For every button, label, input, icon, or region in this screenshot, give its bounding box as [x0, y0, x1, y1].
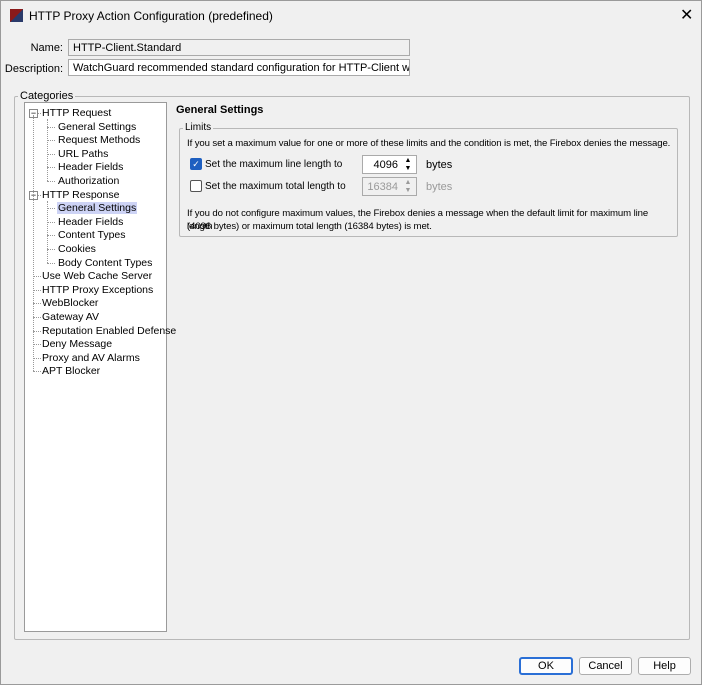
- close-icon[interactable]: ✕: [680, 5, 693, 25]
- tree-item[interactable]: Use Web Cache Server: [41, 270, 153, 282]
- tree-item[interactable]: Cookies: [57, 243, 97, 255]
- spinner-value: 16384: [367, 181, 398, 193]
- tree-connector: [47, 181, 55, 182]
- tree-connector: [33, 303, 41, 305]
- tree-connector: [47, 119, 48, 181]
- tree-item[interactable]: URL Paths: [57, 148, 109, 160]
- tree-item[interactable]: General Settings: [57, 121, 137, 133]
- spin-up-icon[interactable]: ▲: [402, 179, 414, 187]
- tree-item[interactable]: APT Blocker: [41, 365, 101, 377]
- total-unit: bytes: [426, 181, 453, 193]
- tree-connector: [33, 115, 34, 372]
- tree-connector: [33, 371, 41, 373]
- tree-item[interactable]: Authorization: [57, 175, 120, 187]
- tree-connector: [33, 330, 41, 332]
- tree-item[interactable]: Header Fields: [57, 216, 124, 228]
- tree-connector: [47, 153, 55, 155]
- tree-connector: [47, 235, 55, 237]
- max-line-length-spinner[interactable]: 4096 ▲ ▼: [362, 155, 417, 174]
- limits-note-line-2: (4096 bytes) or maximum total length (16…: [187, 221, 432, 232]
- tree-item[interactable]: WebBlocker: [41, 297, 99, 309]
- max-total-length-spinner[interactable]: 16384 ▲ ▼: [362, 177, 417, 196]
- tree-item[interactable]: Body Content Types: [57, 257, 153, 269]
- spin-down-icon[interactable]: ▼: [402, 187, 414, 195]
- line-unit: bytes: [426, 159, 453, 171]
- tree-item[interactable]: Proxy and AV Alarms: [41, 352, 141, 364]
- tree-connector: [47, 221, 55, 223]
- tree-connector: [33, 317, 41, 318]
- panel-heading: General Settings: [176, 104, 264, 116]
- tree-item[interactable]: Content Types: [57, 229, 127, 241]
- tree-item[interactable]: Request Methods: [57, 134, 141, 146]
- limits-label: Limits: [183, 122, 214, 133]
- tree-item[interactable]: Reputation Enabled Defense: [41, 325, 177, 337]
- spin-down-icon[interactable]: ▼: [402, 165, 414, 173]
- categories-tree[interactable]: HTTP Request − General Settings Request Met…: [24, 102, 176, 632]
- name-field[interactable]: HTTP-Client.Standard: [68, 39, 410, 56]
- tree-connector: [33, 357, 41, 359]
- name-label: Name:: [30, 42, 63, 54]
- tree-connector: [33, 289, 41, 291]
- tree-connector: [47, 208, 55, 210]
- tree-item[interactable]: HTTP Response: [41, 189, 120, 201]
- watchguard-app-icon: [10, 9, 23, 22]
- tree-connector: [47, 140, 55, 142]
- tree-connector: [47, 167, 55, 169]
- tree-connector: [33, 344, 41, 346]
- description-field[interactable]: WatchGuard recommended standard configur…: [68, 59, 410, 76]
- max-total-length-label: Set the maximum total length to: [205, 181, 346, 192]
- tree-connector: [47, 262, 55, 264]
- tree-item[interactable]: HTTP Request: [41, 107, 112, 119]
- tree-item[interactable]: HTTP Proxy Exceptions: [41, 284, 154, 296]
- tree-connector: [47, 126, 55, 128]
- spinner-value: 4096: [373, 159, 398, 171]
- tree-item[interactable]: Deny Message: [41, 338, 113, 350]
- spin-up-icon[interactable]: ▲: [402, 157, 414, 165]
- tree-connector: [47, 249, 55, 250]
- max-line-length-checkbox[interactable]: ✓: [190, 158, 202, 170]
- tree-connector: [47, 200, 48, 263]
- help-button[interactable]: Help: [638, 657, 691, 675]
- categories-label: Categories: [18, 90, 76, 102]
- limits-intro: If you set a maximum value for one or mo…: [187, 138, 671, 149]
- tree-item[interactable]: General Settings: [57, 202, 138, 215]
- max-total-length-checkbox[interactable]: [190, 180, 202, 192]
- tree-item[interactable]: Gateway AV: [41, 311, 100, 323]
- max-line-length-label: Set the maximum line length to: [205, 159, 343, 170]
- ok-button[interactable]: OK: [519, 657, 573, 675]
- window-title: HTTP Proxy Action Configuration (predefi…: [29, 9, 273, 23]
- tree-connector: [33, 276, 41, 278]
- cancel-button[interactable]: Cancel: [579, 657, 632, 675]
- description-label: Description:: [4, 63, 63, 75]
- dialog-window: HTTP Proxy Action Configuration (predefi…: [0, 0, 702, 685]
- tree-item[interactable]: Header Fields: [57, 161, 124, 173]
